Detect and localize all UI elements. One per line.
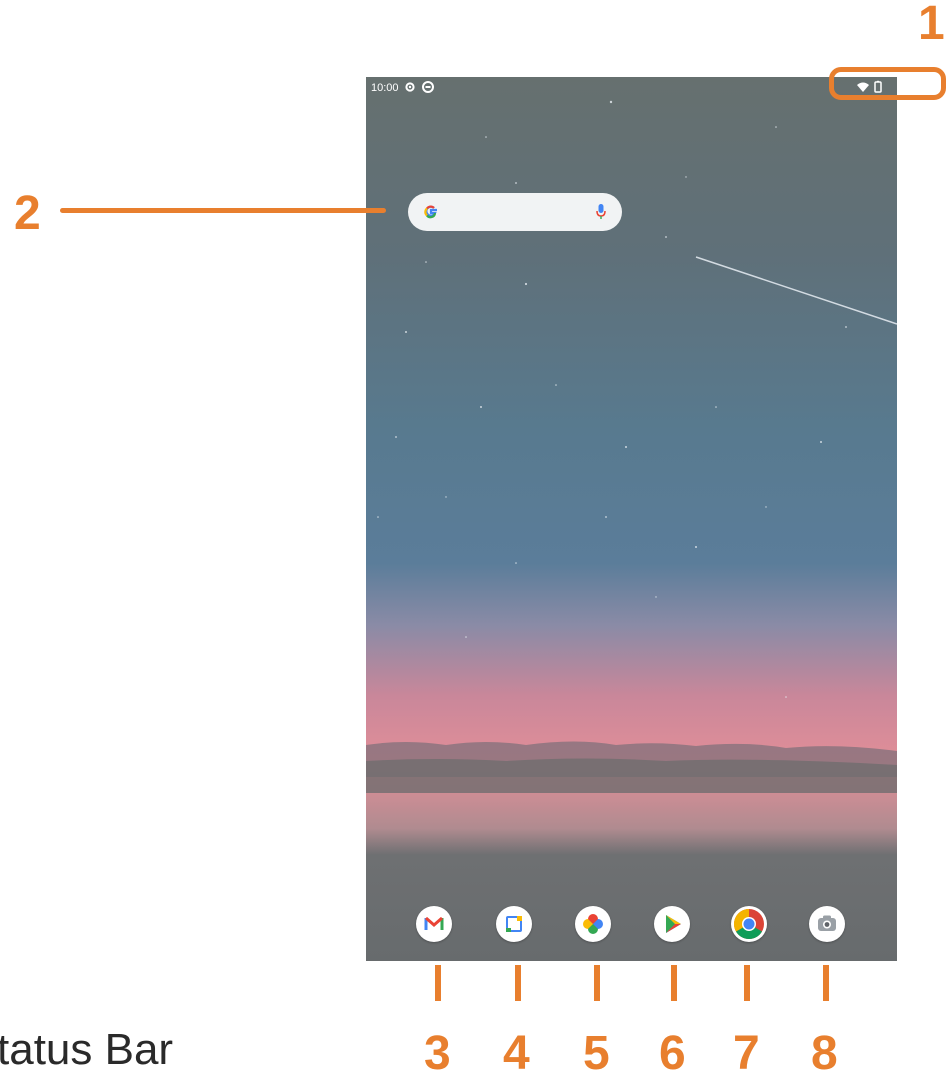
callout-number-1: 1: [918, 0, 945, 50]
photos-icon: [583, 914, 603, 934]
callout-line-4: [515, 965, 521, 1001]
callout-line-8: [823, 965, 829, 1001]
photos-app[interactable]: [575, 906, 611, 942]
callout-number-8: 8: [811, 1027, 838, 1080]
callout-line-6: [671, 965, 677, 1001]
gmail-app[interactable]: [416, 906, 452, 942]
caption-status-bar: tatus Bar: [0, 1025, 174, 1074]
callout-line-2: [60, 208, 386, 213]
chrome-app[interactable]: [731, 906, 767, 942]
callout-number-3: 3: [424, 1027, 451, 1080]
callout-number-7: 7: [733, 1027, 760, 1080]
status-circle-icon: [422, 81, 434, 93]
callout-number-6: 6: [659, 1027, 686, 1080]
callout-line-3: [435, 965, 441, 1001]
google-search-bar[interactable]: [408, 193, 622, 231]
settings-icon: [405, 82, 415, 92]
mic-icon[interactable]: [594, 202, 608, 222]
google-g-icon: [424, 205, 437, 219]
callout-line-5: [594, 965, 600, 1001]
chrome-icon: [733, 909, 764, 940]
camera-icon: [818, 915, 836, 931]
play-store-icon: [666, 915, 681, 933]
camera-app[interactable]: [809, 906, 845, 942]
callout-number-4: 4: [503, 1027, 530, 1080]
gmail-icon: [424, 916, 444, 930]
status-bar[interactable]: 10:00: [366, 77, 897, 99]
calendar-app[interactable]: [496, 906, 532, 942]
callout-line-7: [744, 965, 750, 1001]
tablet-screen: 10:00: [366, 77, 897, 961]
callout-number-2: 2: [14, 187, 41, 240]
calendar-icon: [506, 916, 522, 932]
play-store-app[interactable]: [654, 906, 690, 942]
callout-number-5: 5: [583, 1027, 610, 1080]
status-icons-highlight: [829, 67, 946, 100]
status-time: 10:00: [371, 82, 399, 94]
